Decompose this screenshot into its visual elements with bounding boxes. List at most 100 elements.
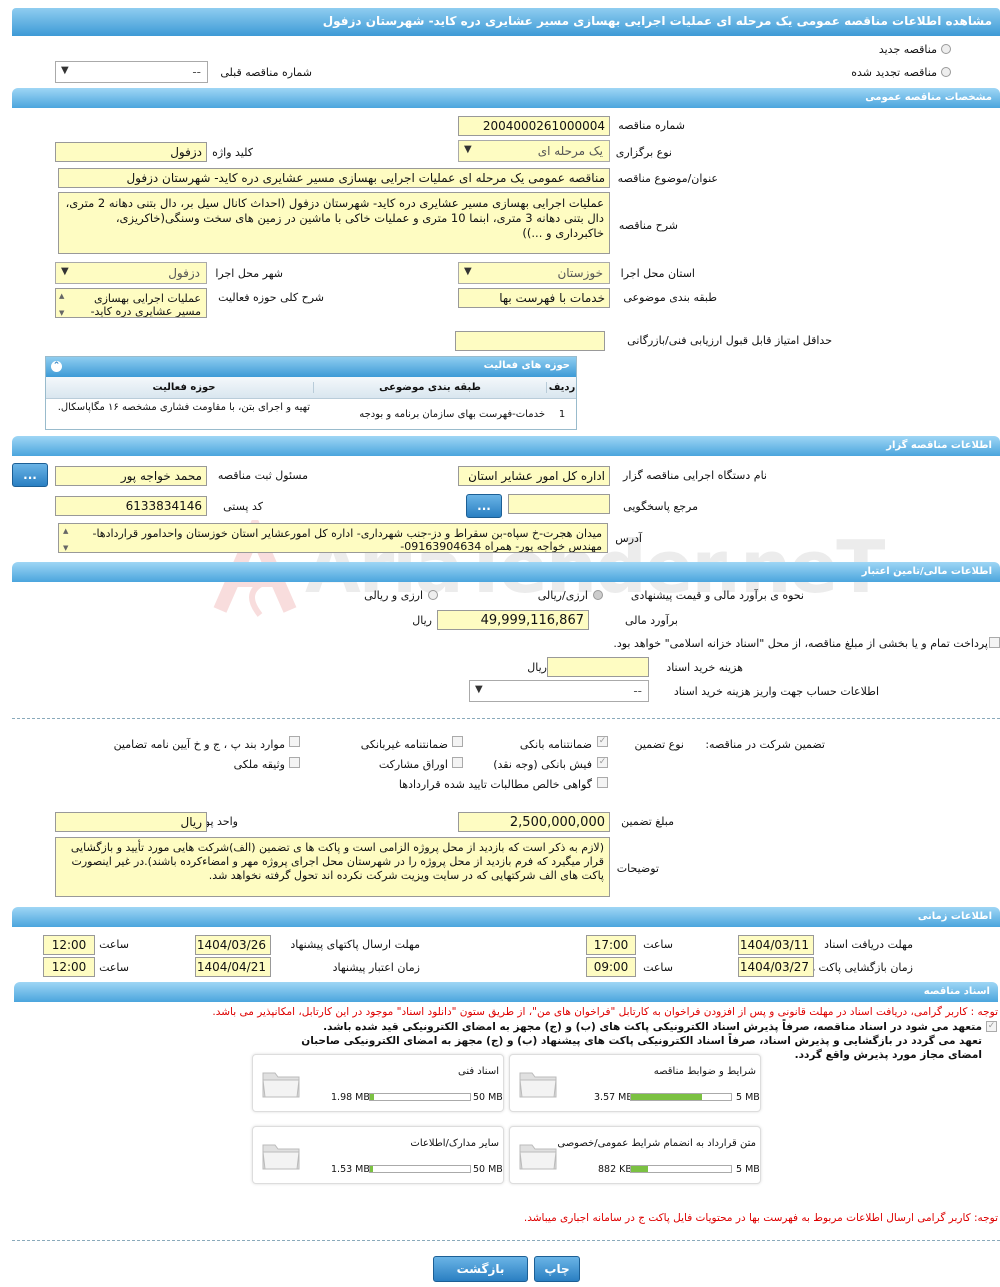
reference-field[interactable] [508, 494, 610, 514]
activity-desc-textarea[interactable]: عملیات اجرایی بهسازی مسیر عشایری دره کای… [55, 288, 207, 318]
doc-fee-label: هزینه خرید اسناد [666, 661, 743, 674]
table-row[interactable]: 1 خدمات-فهرست بهای سازمان برنامه و بودجه… [46, 400, 576, 430]
file-progress-fill [370, 1094, 374, 1100]
validity-date[interactable]: 1404/04/21 [195, 957, 271, 977]
bonds-checkbox[interactable] [452, 757, 463, 768]
commit-checkbox[interactable]: ✓ [986, 1021, 997, 1032]
organizer-section-header: اطلاعات مناقصه گزار [12, 436, 1000, 456]
method-option2-radio[interactable] [428, 590, 438, 600]
file-card-contract[interactable]: متن قرارداد به انضمام شرایط عمومی/خصوصی … [509, 1126, 761, 1184]
grid-header-activity[interactable]: حوزه فعالیت [56, 382, 312, 393]
renewed-tender-label: مناقصه تجدید شده [851, 66, 937, 79]
postal-code-field[interactable]: 6133834146 [55, 496, 207, 516]
chevron-down-icon: ▼ [464, 144, 472, 155]
activity-grid: حوزه های فعالیت ⌃ ردیف طبقه بندی موضوعی … [45, 356, 577, 430]
file-max-size: 5 MB [736, 1092, 760, 1103]
description-label: شرح مناقصه [618, 219, 678, 232]
postal-code-label: کد پستی [223, 500, 263, 513]
city-select[interactable]: دزفول ▼ [55, 262, 207, 284]
guarantee-type-label: نوع تضمین [634, 738, 684, 751]
estimate-field[interactable]: 49,999,116,867 [437, 610, 589, 630]
address-label: آدرس [615, 532, 642, 545]
doc-receive-time[interactable]: 17:00 [586, 935, 636, 955]
folder-icon [262, 1144, 300, 1170]
prev-number-select[interactable]: -- ▼ [55, 61, 208, 83]
activity-desc-label: شرح کلی حوزه فعالیت [218, 291, 324, 304]
scroll-up-icon[interactable]: ▲ [63, 525, 68, 538]
subject-field[interactable]: مناقصه عمومی یک مرحله ای عملیات اجرایی ب… [58, 168, 610, 188]
back-button[interactable]: بازگشت [433, 1256, 528, 1282]
min-score-field[interactable] [455, 331, 605, 351]
file-max-size: 5 MB [736, 1164, 760, 1175]
registrar-field[interactable]: محمد خواجه پور [55, 466, 207, 486]
doc-receive-date[interactable]: 1404/03/11 [738, 935, 814, 955]
article-checkbox[interactable] [289, 736, 300, 747]
address-textarea[interactable]: میدان هجرت-خ سپاه-بن سقراط و دز-جنب شهرد… [58, 523, 608, 553]
new-tender-label: مناقصه جدید [878, 43, 937, 56]
method-option2-label: ارزی و ریالی [364, 589, 423, 602]
opening-time[interactable]: 09:00 [586, 957, 636, 977]
province-select[interactable]: خوزستان ▼ [458, 262, 610, 284]
activity-grid-header-row: ردیف طبقه بندی موضوعی حوزه فعالیت [46, 377, 576, 399]
print-button[interactable]: چاپ [534, 1256, 580, 1282]
keyword-label: کلید واژه [212, 146, 253, 159]
documents-notice: توجه : کاربر گرامی، دریافت اسناد در مهلت… [212, 1006, 998, 1018]
time-label: ساعت [643, 961, 673, 974]
tender-number-field[interactable]: 2004000261000004 [458, 116, 610, 136]
registrar-lookup-button[interactable]: ... [12, 463, 48, 487]
folder-icon [519, 1144, 557, 1170]
send-deadline-date[interactable]: 1404/03/26 [195, 935, 271, 955]
holding-type-select[interactable]: یک مرحله ای ▼ [458, 140, 610, 162]
send-deadline-time[interactable]: 12:00 [43, 935, 95, 955]
grid-cell-category: خدمات-فهرست بهای سازمان برنامه و بودجه [359, 409, 545, 420]
method-option1-radio[interactable] [593, 590, 603, 600]
currency-field[interactable]: ریال [55, 812, 207, 832]
file-progress-fill [631, 1166, 648, 1172]
file-size: 1.53 MB [331, 1164, 370, 1175]
grid-header-category[interactable]: طبقه بندی موضوعی [313, 382, 547, 393]
folder-icon [519, 1072, 557, 1098]
description-textarea[interactable]: عملیات اجرایی بهسازی مسیر عشایری دره کای… [58, 192, 610, 254]
collapse-icon[interactable]: ⌃ [51, 361, 62, 372]
file-progress-bar [630, 1165, 732, 1173]
claims-checkbox[interactable] [597, 777, 608, 788]
property-checkbox[interactable] [289, 757, 300, 768]
validity-time[interactable]: 12:00 [43, 957, 95, 977]
chevron-down-icon: ▼ [61, 65, 69, 76]
file-name: سایر مدارک/اطلاعات [410, 1138, 499, 1149]
scroll-down-icon[interactable]: ▼ [59, 307, 64, 317]
scroll-up-icon[interactable]: ▲ [59, 290, 64, 303]
registrar-label: مسئول ثبت مناقصه [217, 469, 308, 482]
non-bank-guarantee-checkbox[interactable] [452, 736, 463, 747]
divider [12, 718, 1000, 719]
file-max-size: 50 MB [473, 1092, 503, 1103]
file-card-technical[interactable]: اسناد فنی 1.98 MB 50 MB [252, 1054, 504, 1112]
treasury-checkbox[interactable] [989, 637, 1000, 648]
account-select[interactable]: -- ▼ [469, 680, 649, 702]
new-tender-radio[interactable] [941, 44, 951, 54]
guarantee-amount-field[interactable]: 2,500,000,000 [458, 812, 610, 832]
divider [12, 1240, 1000, 1241]
reference-lookup-button[interactable]: ... [466, 494, 502, 518]
scroll-down-icon[interactable]: ▼ [63, 542, 68, 552]
file-card-other[interactable]: سایر مدارک/اطلاعات 1.53 MB 50 MB [252, 1126, 504, 1184]
holding-type-label: نوع برگزاری [615, 146, 672, 159]
category-field[interactable]: خدمات با فهرست بها [458, 288, 610, 308]
keyword-field[interactable]: دزفول [55, 142, 207, 162]
non-bank-guarantee-label: ضمانتنامه غیربانکی [360, 738, 448, 751]
renewed-tender-radio[interactable] [941, 67, 951, 77]
opening-date[interactable]: 1404/03/27 [738, 957, 814, 977]
timing-section-header: اطلاعات زمانی [12, 907, 1000, 927]
doc-fee-field[interactable] [547, 657, 649, 677]
cash-checkbox[interactable]: ✓ [597, 757, 608, 768]
file-max-size: 50 MB [473, 1164, 503, 1175]
agency-field[interactable]: اداره کل امور عشایر استان [458, 466, 610, 486]
notes-textarea[interactable]: (لازم به ذکر است که بازدید از محل پروژه … [55, 837, 610, 897]
file-name: اسناد فنی [458, 1066, 499, 1077]
category-label: طبقه بندی موضوعی [623, 291, 717, 304]
grid-header-row-num[interactable]: ردیف [548, 382, 576, 393]
bank-guarantee-checkbox[interactable]: ✓ [597, 736, 608, 747]
file-card-terms[interactable]: شرایط و ضوابط مناقصه 3.57 MB 5 MB [509, 1054, 761, 1112]
finance-section-header: اطلاعات مالی/تامین اعتبار [12, 562, 1000, 582]
activity-grid-title-bar: حوزه های فعالیت ⌃ [46, 357, 576, 377]
